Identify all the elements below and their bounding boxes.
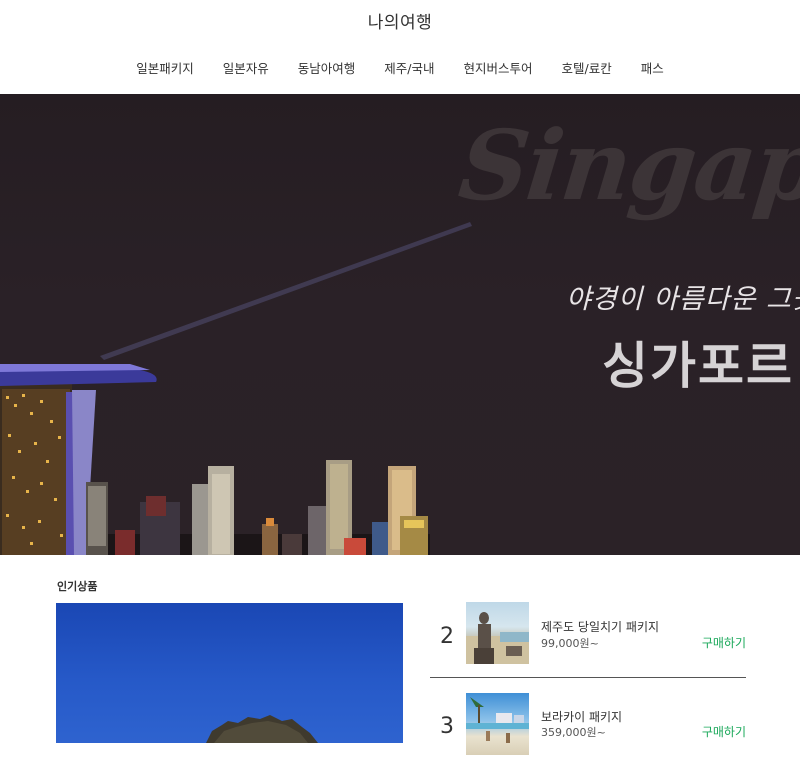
hero-watermark: Singapore (454, 109, 800, 222)
popular-section-title: 인기상품 (57, 580, 98, 593)
hero-banner[interactable]: Singapore 야경이 아름다운 그곳 싱가포르 (0, 94, 800, 555)
jeju-statue-photo-icon (466, 602, 529, 664)
product-rank: 3 (440, 714, 454, 739)
rock-formation-photo (206, 715, 318, 743)
hero-title: 싱가포르 (602, 337, 794, 395)
nav-item-jeju-domestic[interactable]: 제주/국내 (370, 58, 449, 77)
site-title[interactable]: 나의여행 (0, 8, 800, 33)
product-price: 99,000원~ (541, 637, 599, 650)
nav-item-japan-free[interactable]: 일본자유 (208, 58, 283, 77)
nav-item-local-bus-tour[interactable]: 현지버스투어 (449, 58, 547, 77)
product-name[interactable]: 보라카이 패키지 (541, 708, 622, 725)
nav-item-hotel-ryokan[interactable]: 호텔/료칸 (547, 58, 626, 77)
buy-button[interactable]: 구매하기 (702, 723, 746, 740)
hero-subtitle: 야경이 아름다운 그곳 (566, 284, 800, 315)
buy-button[interactable]: 구매하기 (702, 634, 746, 651)
nav-item-pass[interactable]: 패스 (626, 58, 678, 77)
product-rank: 2 (440, 624, 454, 649)
main-nav: 일본패키지 일본자유 동남아여행 제주/국내 현지버스투어 호텔/료칸 패스 (0, 58, 800, 77)
product-divider (430, 677, 746, 678)
product-price: 359,000원~ (541, 726, 606, 739)
featured-product-image[interactable] (56, 603, 403, 743)
product-item-2[interactable]: 2 제주도 당일치기 패키지 99,000원~ 구매하기 (430, 600, 746, 675)
boracay-beach-photo-icon (466, 693, 529, 755)
product-item-3[interactable]: 3 보라카이 패키지 359,000원~ 구매하기 (430, 690, 746, 765)
nav-item-southeast-asia[interactable]: 동남아여행 (283, 58, 370, 77)
nav-item-japan-package[interactable]: 일본패키지 (122, 58, 209, 77)
product-name[interactable]: 제주도 당일치기 패키지 (541, 618, 659, 635)
